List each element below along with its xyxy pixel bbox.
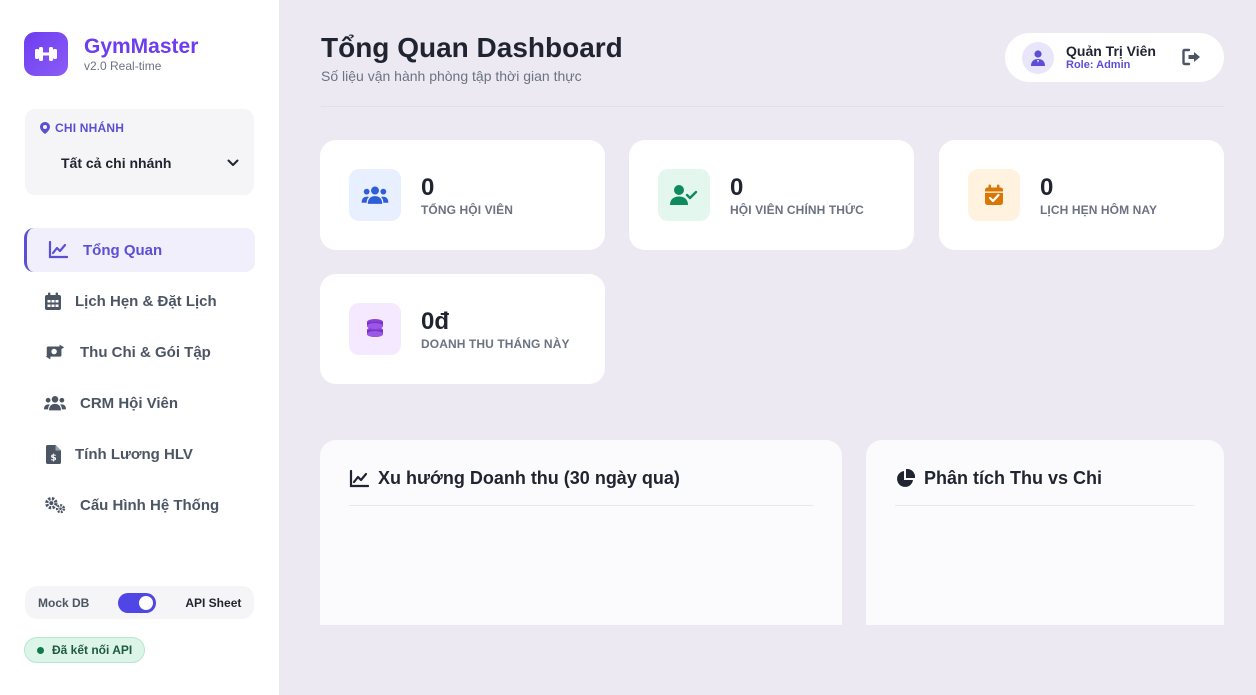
users-icon [349, 169, 401, 221]
branch-selected-value: Tất cả chi nhánh [61, 155, 172, 171]
branch-selector: CHI NHÁNH Tất cả chi nhánh [25, 109, 254, 195]
calendar-icon [42, 292, 64, 311]
user-role: Role: Admin [1066, 59, 1131, 71]
income-expense-panel: Phân tích Thu vs Chi [866, 440, 1224, 625]
chevron-down-icon [227, 159, 239, 166]
user-check-icon [658, 169, 710, 221]
nav-label: CRM Hội Viên [80, 394, 179, 412]
stat-label: DOANH THU THÁNG NÀY [421, 337, 570, 351]
page-title: Tổng Quan Dashboard [321, 32, 623, 63]
brand-title: GymMaster [84, 35, 199, 58]
api-status-text: Đã kết nối API [52, 643, 133, 657]
panel-divider [895, 505, 1194, 506]
stat-value: 0 [730, 174, 744, 201]
main-nav: Tổng Quan Lịch Hẹn & Đặt Lịch Thu Chi & … [24, 228, 255, 534]
api-status-badge: Đã kết nối API [24, 637, 146, 663]
calendar-check-icon [968, 169, 1020, 221]
stat-value: 0 [421, 174, 435, 201]
stat-card-monthly-revenue: 0đ DOANH THU THÁNG NÀY [320, 274, 605, 384]
svg-text:$: $ [50, 453, 56, 463]
stat-value: 0đ [421, 308, 450, 335]
stat-label: LỊCH HẸN HÔM NAY [1040, 203, 1158, 217]
nav-item-finance[interactable]: Thu Chi & Gói Tập [24, 330, 255, 374]
status-dot-icon [37, 646, 44, 654]
dumbbell-icon [24, 32, 68, 76]
chart-line-icon [349, 469, 369, 487]
nav-item-overview[interactable]: Tổng Quan [24, 228, 255, 272]
income-expense-title: Phân tích Thu vs Chi [895, 468, 1102, 489]
data-source-switch[interactable] [118, 592, 157, 613]
page-subtitle: Số liệu vận hành phòng tập thời gian thự… [321, 68, 582, 84]
user-profile: Quản Trị Viên Role: Admin [1005, 33, 1224, 82]
pie-chart-icon [897, 468, 915, 487]
panel-divider [349, 505, 814, 506]
stat-card-total-members: 0 TỔNG HỘI VIÊN [320, 140, 605, 250]
main-content: Tổng Quan Dashboard Số liệu vận hành phò… [281, 0, 1256, 695]
stat-label: HỘI VIÊN CHÍNH THỨC [730, 203, 864, 217]
api-sheet-label: API Sheet [185, 595, 242, 610]
brand[interactable]: GymMaster v2.0 Real-time [24, 32, 198, 76]
header-divider [321, 106, 1224, 107]
user-name: Quản Trị Viên [1066, 43, 1156, 59]
stat-value: 0 [1040, 174, 1054, 201]
nav-item-settings[interactable]: Cấu Hình Hệ Thống [24, 483, 255, 527]
nav-label: Tính Lương HLV [75, 445, 193, 463]
revenue-trend-panel: Xu hướng Doanh thu (30 ngày qua) [320, 440, 842, 625]
cogs-icon [44, 495, 66, 515]
users-icon [44, 394, 66, 412]
nav-label: Thu Chi & Gói Tập [80, 343, 211, 361]
nav-label: Lịch Hẹn & Đặt Lịch [75, 292, 217, 310]
nav-label: Cấu Hình Hệ Thống [80, 496, 220, 514]
nav-label: Tổng Quan [83, 241, 163, 259]
logout-icon[interactable] [1182, 48, 1202, 71]
stat-card-official-members: 0 HỘI VIÊN CHÍNH THỨC [629, 140, 914, 250]
data-source-toggle-row: Mock DB API Sheet [25, 586, 254, 619]
revenue-trend-title: Xu hướng Doanh thu (30 ngày qua) [349, 468, 680, 489]
branch-label: CHI NHÁNH [40, 121, 124, 135]
nav-item-payroll[interactable]: $ Tính Lương HLV [24, 432, 255, 476]
stat-card-appointments-today: 0 LỊCH HẸN HÔM NAY [939, 140, 1224, 250]
stat-label: TỔNG HỘI VIÊN [421, 203, 513, 217]
nav-item-appointments[interactable]: Lịch Hẹn & Đặt Lịch [24, 279, 255, 323]
chart-line-icon [47, 241, 69, 259]
money-exchange-icon [44, 343, 66, 361]
brand-version: v2.0 Real-time [84, 59, 162, 73]
coins-icon [349, 303, 401, 355]
user-avatar-icon [1022, 41, 1054, 74]
mock-db-label: Mock DB [38, 595, 90, 610]
branch-dropdown[interactable]: Tất cả chi nhánh [61, 153, 239, 173]
invoice-dollar-icon: $ [42, 444, 64, 464]
nav-item-crm[interactable]: CRM Hội Viên [24, 381, 255, 425]
sidebar: GymMaster v2.0 Real-time CHI NHÁNH Tất c… [0, 0, 280, 695]
map-marker-icon [40, 122, 50, 134]
